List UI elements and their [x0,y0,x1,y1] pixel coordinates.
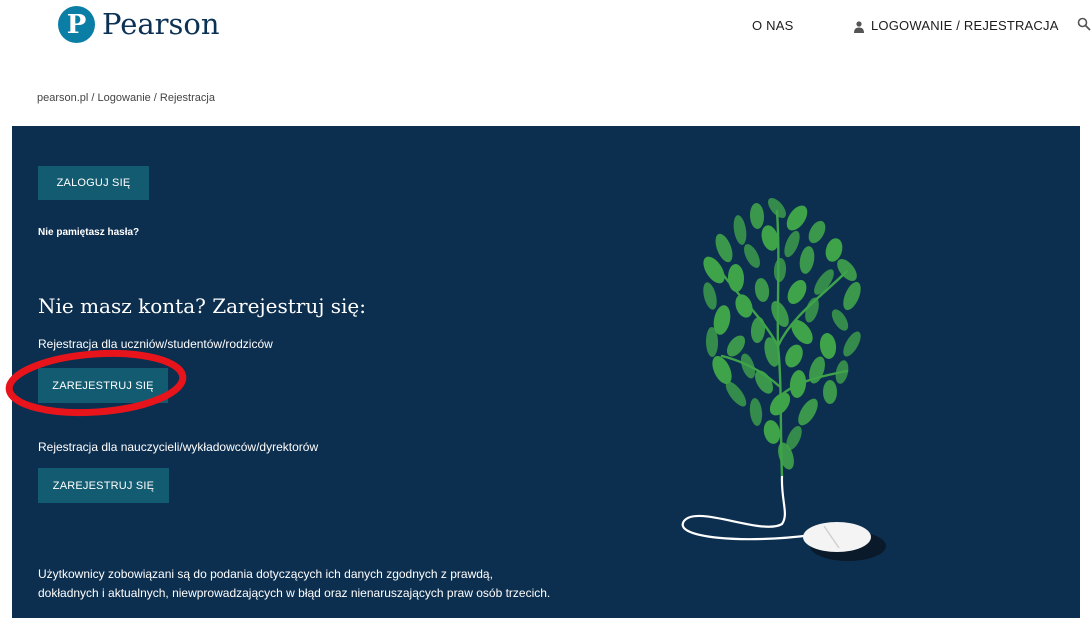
nav-about[interactable]: O NAS [752,18,793,33]
leaf [749,398,763,426]
leaf [763,420,781,444]
login-register-panel: ZALOGUJ SIĘ Nie pamiętasz hasła? Nie mas… [12,126,1080,618]
disclaimer-line: Użytkownicy zobowiązani są do podania do… [38,567,493,581]
nav-login-label: LOGOWANIE / REJESTRACJA [871,18,1059,33]
pearson-logo[interactable]: P Pearson [58,6,220,43]
leaf [786,205,808,231]
leaf [715,233,733,263]
leaf [771,301,789,327]
leaf [799,246,815,274]
user-icon [854,20,864,33]
disclaimer-line: dokładnych i aktualnych, niewprowadzając… [38,586,551,600]
leaf [733,215,747,245]
tree-mouse-icon [681,198,886,561]
leaf [843,281,861,311]
leaf [843,331,861,357]
nav-login-register[interactable]: LOGOWANIE / REJESTRACJA [854,18,1059,33]
site-header: P Pearson O NAS LOGOWANIE / REJESTRACJA … [0,0,1091,126]
mouse-cable [681,475,813,541]
teachers-registration-label: Rejestracja dla nauczycieli/wykładowców/… [38,440,319,454]
leaf [773,258,787,282]
leaf [725,381,747,407]
mouse-body [803,522,871,552]
leaf [784,230,800,258]
leaf [798,398,818,426]
search-icon[interactable] [1077,17,1091,31]
leaf [831,309,849,331]
leaf [727,264,745,292]
leaf [735,294,753,318]
breadcrumb[interactable]: pearson.pl / Logowanie / Rejestracja [37,92,215,104]
students-registration-label: Rejestracja dla uczniów/studentów/rodzic… [38,337,273,351]
register-teachers-button[interactable]: ZAREJESTRUJ SIĘ [38,468,169,503]
disclaimer-text: Użytkownicy zobowiązani są do podania do… [38,565,638,603]
leaf [787,279,807,305]
leaf [744,244,760,268]
leaf [823,380,837,404]
leaf [808,220,826,244]
pearson-logo-icon: P [58,6,95,43]
leaf [749,203,765,229]
leaf [819,333,837,359]
leaf [785,344,803,368]
login-button[interactable]: ZALOGUJ SIĘ [38,166,149,200]
leaf [703,282,717,310]
forgot-password-link[interactable]: Nie pamiętasz hasła? [38,227,139,238]
leaf [754,278,770,302]
pearson-logo-text: Pearson [102,7,220,41]
register-students-button[interactable]: ZAREJESTRUJ SIĘ [38,368,168,403]
leaf [750,317,766,343]
register-heading: Nie masz konta? Zarejestruj się: [38,294,367,318]
